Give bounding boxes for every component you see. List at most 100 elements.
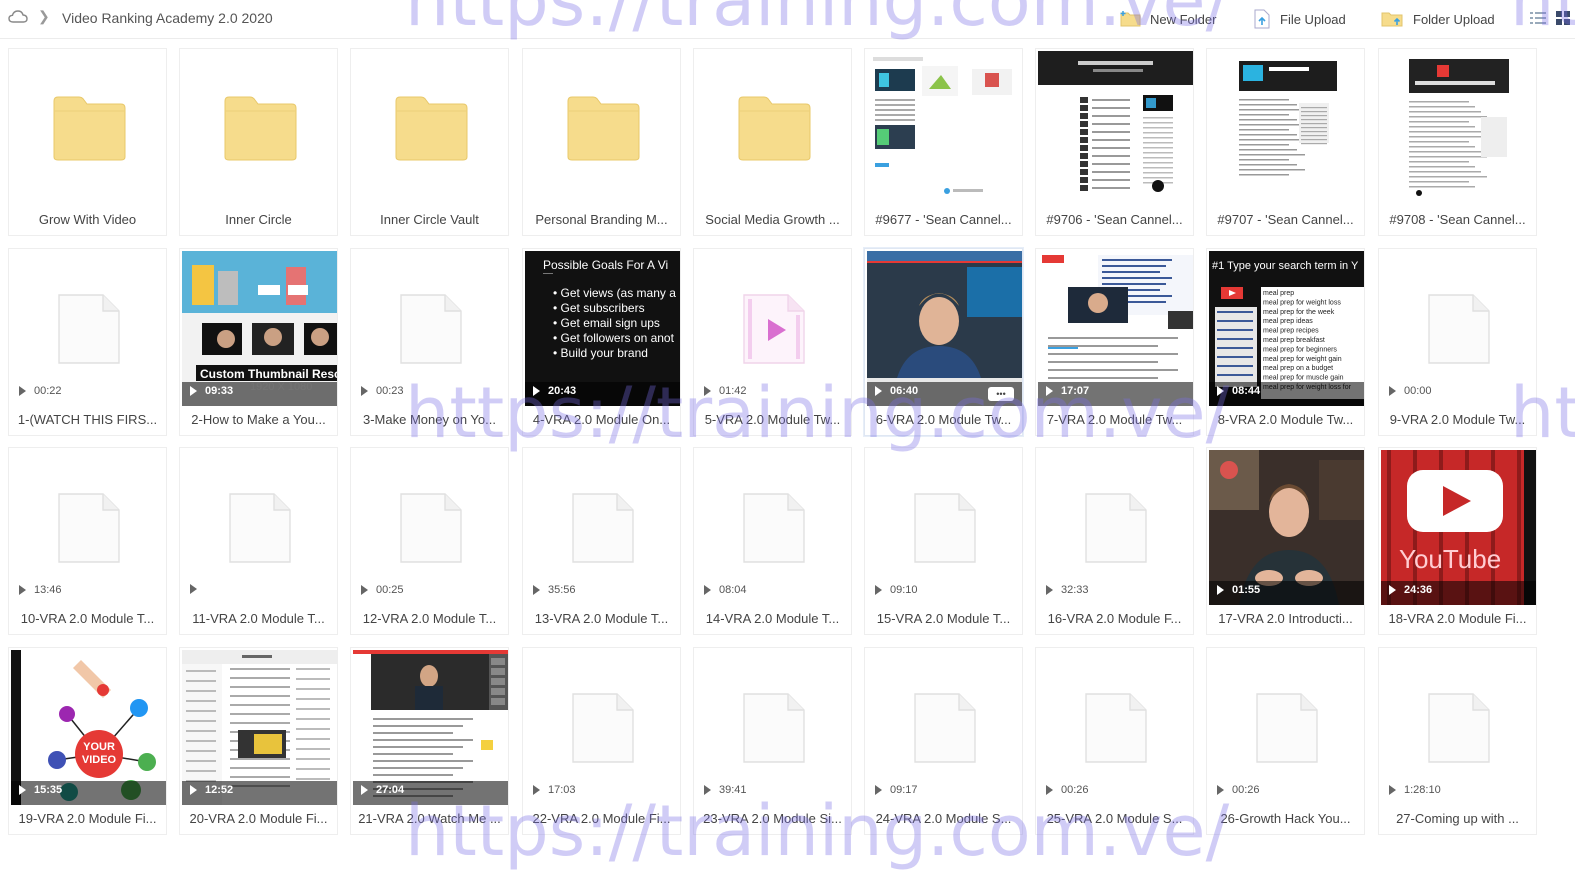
grid-view-icon[interactable] <box>1556 11 1570 25</box>
svg-text:• Build your brand: • Build your brand <box>553 346 648 360</box>
file-upload-icon <box>1254 9 1270 29</box>
item-name: 21-VRA 2.0 Watch Me ... <box>358 811 501 826</box>
duration-text: 00:22 <box>34 385 62 397</box>
folder-item[interactable]: Inner Circle Vault <box>350 48 509 236</box>
file-icon <box>353 450 508 605</box>
duration-badge: 08:04 <box>704 584 747 596</box>
duration-text: 35:56 <box>548 584 576 596</box>
file-icon <box>353 251 508 406</box>
file-item[interactable]: 00:26 25-VRA 2.0 Module S... <box>1035 647 1194 835</box>
item-name: 9-VRA 2.0 Module Tw... <box>1389 412 1526 427</box>
play-icon <box>19 585 26 595</box>
item-name: 3-Make Money on Yo... <box>363 412 496 427</box>
item-name: 22-VRA 2.0 Module Fi... <box>532 811 671 826</box>
file-item[interactable]: #9708 - 'Sean Cannel... <box>1378 48 1537 236</box>
file-item[interactable]: 17:03 22-VRA 2.0 Module Fi... <box>522 647 681 835</box>
play-icon <box>19 386 26 396</box>
play-icon <box>1389 386 1396 396</box>
play-icon <box>361 386 368 396</box>
file-item[interactable]: 01:55 17-VRA 2.0 Introducti... <box>1206 447 1365 635</box>
play-icon <box>1046 386 1053 396</box>
item-name: #9707 - 'Sean Cannel... <box>1217 212 1354 227</box>
duration-text: 1:28:10 <box>1404 784 1441 796</box>
file-item[interactable]: 11-VRA 2.0 Module T... <box>179 447 338 635</box>
file-item[interactable]: 00:00 9-VRA 2.0 Module Tw... <box>1378 248 1537 436</box>
duration-text: 00:26 <box>1061 784 1089 796</box>
duration-text: 32:33 <box>1061 584 1089 596</box>
duration-badge: 35:56 <box>533 584 576 596</box>
folder-item[interactable]: Grow With Video <box>8 48 167 236</box>
item-name: Social Media Growth ... <box>705 212 840 227</box>
duration-badge: 00:25 <box>361 584 404 596</box>
file-item[interactable]: #9677 - 'Sean Cannel... <box>864 48 1023 236</box>
item-name: 15-VRA 2.0 Module T... <box>876 611 1011 626</box>
file-item[interactable]: 35:56 13-VRA 2.0 Module T... <box>522 447 681 635</box>
folder-item[interactable]: Inner Circle <box>179 48 338 236</box>
video-thumbnail <box>1209 450 1364 605</box>
duration-badge: 00:23 <box>361 385 404 397</box>
file-item[interactable]: 12:52 20-VRA 2.0 Module Fi... <box>179 647 338 835</box>
file-item[interactable]: #9706 - 'Sean Cannel... <box>1035 48 1194 236</box>
file-item[interactable]: ••• 06:40 6-VRA 2.0 Module Tw... <box>864 248 1023 436</box>
chevron-right-icon: ❯ <box>38 8 50 24</box>
play-icon <box>533 585 540 595</box>
file-item[interactable]: 00:26 26-Growth Hack You... <box>1206 647 1365 835</box>
new-folder-button[interactable]: New Folder <box>1120 8 1216 30</box>
duration-text: 13:46 <box>34 584 62 596</box>
file-item[interactable]: YOUR VIDEO 15:35 19-VRA 2.0 Module Fi... <box>8 647 167 835</box>
folder-upload-label: Folder Upload <box>1413 11 1495 27</box>
file-item[interactable]: 32:33 16-VRA 2.0 Module F... <box>1035 447 1194 635</box>
breadcrumb-current-folder[interactable]: Video Ranking Academy 2.0 2020 <box>62 10 273 26</box>
duration-text: 17:03 <box>548 784 576 796</box>
file-item[interactable]: Custom Thumbnail Reso1920 X 108009:33 2-H… <box>179 248 338 436</box>
file-item[interactable]: 09:17 24-VRA 2.0 Module S... <box>864 647 1023 835</box>
cloud-home-icon[interactable] <box>8 9 28 25</box>
more-options-icon[interactable]: ••• <box>988 387 1014 401</box>
file-item[interactable]: 08:04 14-VRA 2.0 Module T... <box>693 447 852 635</box>
item-name: 27-Coming up with ... <box>1396 811 1519 826</box>
video-file-icon <box>696 251 851 406</box>
duration-text: 08:44 <box>1232 385 1261 397</box>
duration-text: 09:17 <box>890 784 918 796</box>
file-item[interactable]: 01:42 5-VRA 2.0 Module Tw... <box>693 248 852 436</box>
item-name: 5-VRA 2.0 Module Tw... <box>704 412 841 427</box>
duration-text: 09:10 <box>890 584 918 596</box>
play-icon <box>190 386 197 396</box>
file-item[interactable]: YouTube 24:36 18-VRA 2.0 Module Fi... <box>1378 447 1537 635</box>
item-name: 20-VRA 2.0 Module Fi... <box>189 811 328 826</box>
play-icon <box>361 585 368 595</box>
duration-badge: 00:00 <box>1389 385 1432 397</box>
file-item[interactable]: 27:04 21-VRA 2.0 Watch Me ... <box>350 647 509 835</box>
item-name: Personal Branding M... <box>535 212 668 227</box>
folder-item[interactable]: Personal Branding M... <box>522 48 681 236</box>
item-name: 25-VRA 2.0 Module S... <box>1046 811 1183 826</box>
file-item[interactable]: 09:10 15-VRA 2.0 Module T... <box>864 447 1023 635</box>
list-view-icon[interactable] <box>1530 11 1546 25</box>
file-icon <box>1381 650 1536 805</box>
file-icon <box>1209 650 1364 805</box>
duration-text: 15:35 <box>34 784 63 796</box>
item-name: 18-VRA 2.0 Module Fi... <box>1388 611 1527 626</box>
duration-badge: 17:07 <box>1046 385 1089 397</box>
folder-item[interactable]: Social Media Growth ... <box>693 48 852 236</box>
file-item[interactable]: 1:28:10 27-Coming up with ... <box>1378 647 1537 835</box>
file-item[interactable]: 00:22 1-(WATCH THIS FIRS... <box>8 248 167 436</box>
svg-text:meal prep ideas: meal prep ideas <box>1263 318 1313 325</box>
file-item[interactable]: Possible Goals For A Vi • Get views (as m… <box>522 248 681 436</box>
item-name: 6-VRA 2.0 Module Tw... <box>875 412 1012 427</box>
svg-text:YouTube: YouTube <box>1399 544 1501 574</box>
file-item[interactable]: #9707 - 'Sean Cannel... <box>1206 48 1365 236</box>
file-item[interactable]: #1 Type your search term in Y meal prep me… <box>1206 248 1365 436</box>
file-item[interactable]: 17:07 7-VRA 2.0 Module Tw... <box>1035 248 1194 436</box>
video-thumbnail: Possible Goals For A Vi • Get views (as m… <box>525 251 680 406</box>
file-item[interactable]: 13:46 10-VRA 2.0 Module T... <box>8 447 167 635</box>
duration-badge: 15:35 <box>19 784 62 796</box>
folder-upload-button[interactable]: Folder Upload <box>1381 8 1495 30</box>
duration-badge: 09:33 <box>190 385 233 397</box>
file-item[interactable]: 00:23 3-Make Money on Yo... <box>350 248 509 436</box>
file-upload-button[interactable]: File Upload <box>1252 8 1346 30</box>
file-item[interactable]: 00:25 12-VRA 2.0 Module T... <box>350 447 509 635</box>
duration-badge: 13:46 <box>19 584 62 596</box>
file-item[interactable]: 39:41 23-VRA 2.0 Module Si... <box>693 647 852 835</box>
duration-badge: 01:55 <box>1217 584 1260 596</box>
